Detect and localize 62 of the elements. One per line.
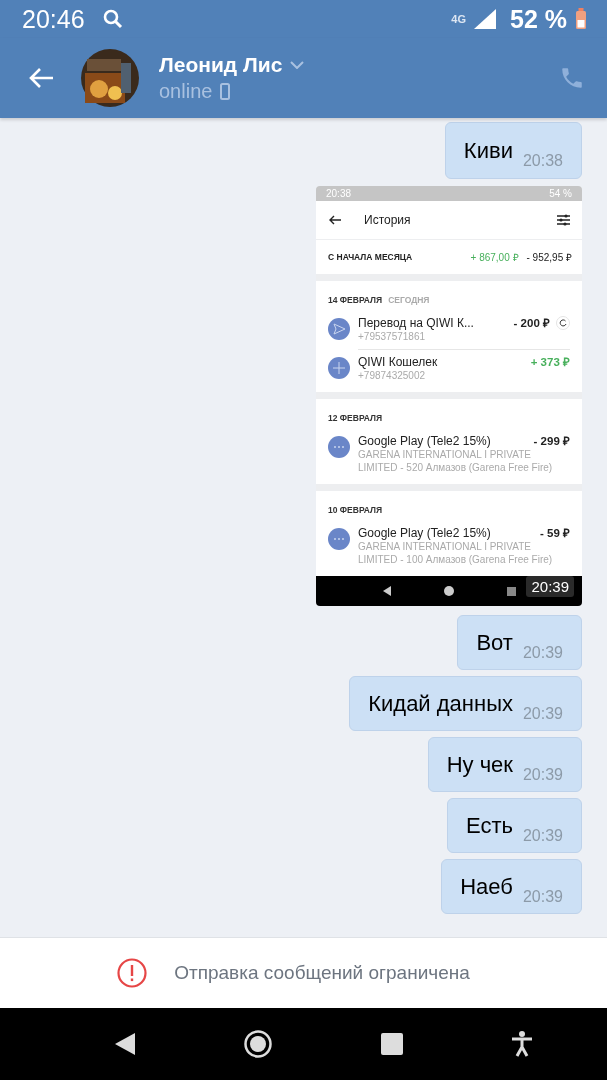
transaction-amount: + 373 ₽ — [530, 355, 570, 369]
transaction-amount: - 299 ₽ — [533, 434, 570, 448]
message-text: Ну чек — [446, 751, 513, 778]
date-note: СЕГОДНЯ — [388, 295, 430, 305]
accessibility-icon[interactable] — [510, 1031, 533, 1057]
message-text: Вот — [476, 629, 513, 656]
avatar[interactable] — [81, 49, 139, 107]
back-arrow-icon — [328, 215, 342, 225]
transaction-details: +79537571861 — [358, 330, 427, 343]
transaction-title: Перевод на QIWI К... — [358, 315, 474, 330]
back-triangle-icon[interactable] — [114, 1032, 137, 1056]
message-time: 20:39 — [522, 704, 563, 723]
plus-icon — [328, 357, 350, 379]
date-label: 10 ФЕВРАЛЯ — [328, 505, 383, 515]
date-label: 14 ФЕВРАЛЯ — [328, 295, 383, 305]
screen-title: История — [364, 213, 411, 227]
income-amount: + 867,00 ₽ — [470, 251, 519, 264]
square-icon[interactable] — [380, 1033, 403, 1055]
transaction-details: GARENA INTERNATIONAL I PRIVATE LIMITED - 100 Алмазов (Garena Free Fire) — [358, 540, 554, 566]
message-text: Кидай данных — [368, 690, 513, 717]
transaction-title: Google Play (Tele2 15%) — [358, 525, 491, 540]
message-time: 20:39 — [522, 887, 563, 906]
expense-amount: - 952,95 ₽ — [526, 251, 572, 264]
dots-icon — [328, 528, 350, 550]
message-time: 20:39 — [522, 643, 563, 662]
battery-level: 52 % — [510, 4, 567, 34]
contact-name[interactable]: Леонид Лис — [159, 53, 283, 77]
transaction-details: +79874325002 — [358, 369, 427, 382]
warning-icon — [117, 958, 148, 988]
screenshot-clock: 20:38 — [326, 188, 352, 199]
online-status: online — [159, 80, 213, 103]
phone-device-icon — [220, 83, 231, 100]
transaction-amount: - 59 ₽ — [540, 526, 570, 540]
network-type: 4G — [451, 13, 466, 25]
message-text: Наеб — [460, 873, 513, 900]
transaction-title: Google Play (Tele2 15%) — [358, 433, 491, 448]
summary-label: С НАЧАЛА МЕСЯЦА — [328, 252, 413, 262]
message-time: 20:39 — [526, 576, 574, 597]
dots-icon — [328, 436, 350, 458]
paper-plane-icon — [328, 318, 350, 340]
screenshot-image[interactable] — [316, 186, 582, 606]
home-circle-icon — [444, 586, 455, 596]
transaction-amount: - 200 ₽ — [513, 316, 550, 330]
message-time: 20:39 — [522, 826, 563, 845]
transaction-title: QIWI Кошелек — [358, 354, 438, 369]
filter-icon — [557, 214, 570, 226]
square-icon — [506, 586, 516, 596]
restriction-notice: Отправка сообщений ограничена — [174, 962, 470, 984]
battery-icon — [575, 8, 587, 30]
message-time: 20:38 — [522, 151, 563, 170]
signal-icon — [474, 9, 496, 29]
message-text: Есть — [466, 812, 513, 839]
search-icon — [102, 9, 123, 29]
message-text: Киви — [463, 137, 513, 164]
transaction-details: GARENA INTERNATIONAL I PRIVATE LIMITED - 520 Алмазов (Garena Free Fire) — [358, 448, 554, 474]
date-label: 12 ФЕВРАЛЯ — [328, 413, 383, 423]
screenshot-battery: 54 % — [549, 188, 572, 199]
message-time: 20:39 — [522, 765, 563, 784]
clock: 20:46 — [22, 4, 85, 34]
back-arrow-icon[interactable] — [28, 67, 54, 89]
back-triangle-icon — [382, 586, 393, 596]
home-circle-icon[interactable] — [244, 1030, 273, 1058]
